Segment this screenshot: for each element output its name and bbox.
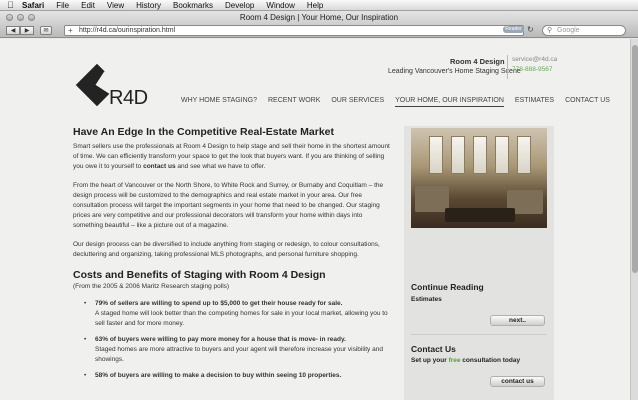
bullet-bold: 79% of sellers are willing to spend up t… — [95, 300, 343, 307]
area-paragraph: From the heart of Vancouver or the North… — [73, 182, 384, 229]
services-paragraph: Our design process can be diversified to… — [73, 241, 380, 258]
reload-icon[interactable]: ↻ — [527, 25, 534, 34]
menu-safari[interactable]: Safari — [22, 0, 44, 11]
photo-window — [473, 136, 487, 174]
bullet-text: A staged home will look better than the … — [95, 310, 388, 327]
contact-text-free: free — [448, 357, 461, 364]
sidebar: Continue Reading Estimates next.. Contac… — [404, 126, 554, 400]
header-tagline: Leading Vancouver's Home Staging Scene — [388, 68, 521, 75]
contact-text: Set up your free consultation today — [411, 357, 520, 364]
living-room-photo — [411, 128, 547, 228]
menu-view[interactable]: View — [107, 0, 124, 11]
mail-icon[interactable]: ✉ — [40, 26, 52, 35]
main-content: Have An Edge In the Competitive Real-Est… — [73, 126, 391, 387]
nav-your-home-our-inspiration[interactable]: YOUR HOME, OUR INSPIRATION — [395, 97, 504, 107]
contact-text-end: consultation today — [460, 357, 521, 364]
nav-contact-us[interactable]: CONTACT US — [565, 97, 610, 107]
menu-window[interactable]: Window — [266, 0, 294, 11]
window-titlebar: Room 4 Design | Your Home, Our Inspirati… — [0, 11, 638, 24]
search-icon: ⚲ — [547, 27, 553, 34]
address-url: http://r4d.ca/ourinspiration.html — [79, 27, 176, 34]
next-button[interactable]: next.. — [490, 315, 545, 326]
header-phone: 778-888-9567 — [512, 66, 553, 73]
menu-items: Safari File Edit View History Bookmarks … — [22, 0, 323, 11]
back-button[interactable]: ◀ — [6, 26, 20, 35]
benefits-list: 79% of sellers are willing to spend up t… — [82, 299, 391, 381]
add-bookmark-icon[interactable]: + — [68, 26, 73, 36]
window-title: Room 4 Design | Your Home, Our Inspirati… — [239, 13, 399, 22]
contact-heading: Contact Us — [411, 344, 456, 354]
menu-edit[interactable]: Edit — [81, 0, 95, 11]
apple-icon[interactable]:  — [7, 0, 14, 11]
photo-window — [495, 136, 509, 174]
source-note: (From the 2005 & 2006 Maritz Research st… — [73, 283, 230, 290]
main-nav: WHY HOME STAGING? RECENT WORK OUR SERVIC… — [181, 97, 610, 107]
address-bar[interactable]: + http://r4d.ca/ourinspiration.html — [64, 25, 524, 36]
zoom-window-button[interactable] — [28, 14, 35, 21]
continue-reading-label: Estimates — [411, 296, 442, 303]
photo-window — [517, 136, 531, 174]
intro-text-end: and see what we have to offer. — [175, 163, 266, 170]
intro-paragraph: Smart sellers use the professionals at R… — [73, 142, 391, 172]
reader-button[interactable]: Reader — [503, 26, 524, 33]
sidebar-divider — [411, 334, 547, 335]
bullet-text: Staged homes are more attractive to buye… — [95, 346, 383, 363]
header-divider — [507, 55, 508, 79]
bullet-bold: 58% of buyers are willing to make a deci… — [95, 372, 342, 379]
page-title: Have An Edge In the Competitive Real-Est… — [73, 126, 335, 138]
bullet-bold: 63% of buyers were willing to pay more m… — [95, 336, 346, 343]
list-item: 79% of sellers are willing to spend up t… — [82, 299, 391, 329]
contact-us-link[interactable]: contact us — [143, 163, 176, 170]
history-buttons: ◀ ▶ — [6, 26, 34, 35]
header-email-link[interactable]: service@r4d.ca — [512, 56, 557, 63]
nav-why-home-staging[interactable]: WHY HOME STAGING? — [181, 97, 257, 107]
mac-menu-bar:  Safari File Edit View History Bookmark… — [0, 0, 638, 11]
contact-text-start: Set up your — [411, 357, 449, 364]
photo-sofa — [415, 186, 449, 212]
window-controls — [6, 14, 35, 21]
scrollbar-thumb[interactable] — [632, 45, 638, 273]
vertical-scrollbar[interactable] — [630, 39, 638, 400]
contact-us-button[interactable]: contact us — [490, 376, 545, 387]
list-item: 58% of buyers are willing to make a deci… — [82, 371, 391, 381]
photo-window — [451, 136, 465, 174]
menu-history[interactable]: History — [136, 0, 161, 11]
menu-bookmarks[interactable]: Bookmarks — [173, 0, 213, 11]
list-item: 63% of buyers were willing to pay more m… — [82, 335, 391, 365]
menu-develop[interactable]: Develop — [225, 0, 254, 11]
web-page: R4D Room 4 Design Leading Vancouver's Ho… — [0, 39, 630, 400]
browser-toolbar: ◀ ▶ ✉ + http://r4d.ca/ourinspiration.htm… — [0, 24, 638, 38]
menu-help[interactable]: Help — [307, 0, 323, 11]
nav-our-services[interactable]: OUR SERVICES — [331, 97, 384, 107]
nav-estimates[interactable]: ESTIMATES — [515, 97, 554, 107]
costs-heading: Costs and Benefits of Staging with Room … — [73, 269, 326, 281]
photo-window — [429, 136, 443, 174]
header-brand: Room 4 Design — [450, 57, 505, 66]
nav-recent-work[interactable]: RECENT WORK — [268, 97, 320, 107]
menu-file[interactable]: File — [56, 0, 69, 11]
close-window-button[interactable] — [6, 14, 13, 21]
search-field[interactable]: ⚲ Google — [542, 25, 626, 36]
forward-button[interactable]: ▶ — [20, 26, 34, 35]
photo-table — [445, 208, 515, 222]
minimize-window-button[interactable] — [17, 14, 24, 21]
search-placeholder: Google — [557, 27, 580, 34]
logo-text: R4D — [109, 87, 148, 109]
continue-reading-heading: Continue Reading — [411, 282, 484, 292]
